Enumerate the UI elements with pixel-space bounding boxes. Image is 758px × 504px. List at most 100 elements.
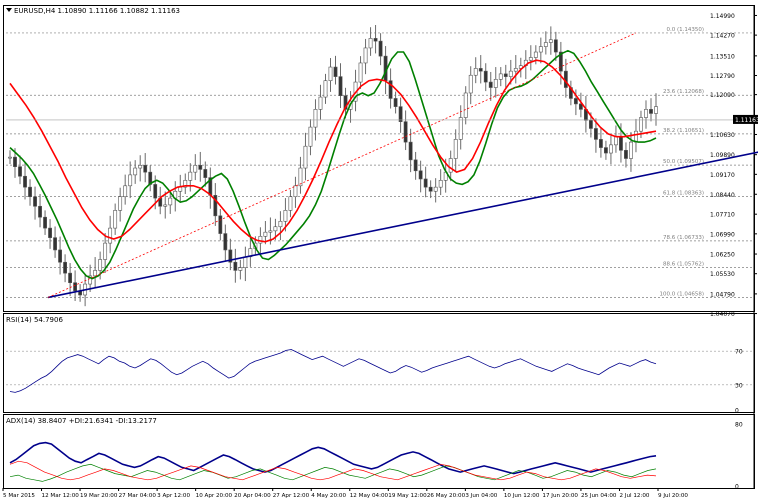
price-bar-body [453, 139, 458, 159]
price-bar-body [53, 237, 57, 251]
price-tick-label: 1.13510 [710, 53, 735, 60]
price-bar-body [438, 180, 443, 188]
price-bar-body [123, 185, 128, 198]
price-bar-body [458, 117, 463, 140]
price-bar-body [113, 210, 118, 229]
price-bar-body [198, 165, 203, 170]
rsi-tick-label: 30 [735, 382, 743, 389]
price-bar-body [323, 80, 328, 98]
price-bar-body [168, 197, 173, 206]
rsi-tick-label: 70 [735, 349, 743, 356]
price-bar-body [68, 272, 72, 284]
price-bar-body [278, 220, 283, 228]
price-bar-body [18, 166, 22, 177]
price-bar-body [13, 156, 17, 167]
price-bar-body [298, 167, 303, 187]
price-bar-body [393, 98, 398, 107]
price-bar-body [594, 128, 598, 140]
price-bar-body [33, 196, 37, 207]
price-bar-body [644, 109, 648, 118]
price-bar-body [338, 76, 343, 97]
price-tick-label: 1.06250 [710, 252, 735, 259]
price-bar-body [23, 175, 27, 188]
price-bar-body [408, 141, 413, 161]
price-bar-body [93, 270, 98, 277]
price-bar-body [273, 226, 278, 232]
price-bar-body [478, 68, 483, 72]
time-tick-label: 19 Mar 20:00 [80, 493, 118, 499]
price-bar-body [588, 119, 593, 129]
price-bar-body [193, 165, 198, 173]
price-bar-body [629, 141, 633, 159]
price-bar-body [108, 227, 113, 244]
price-tick-label: 1.05530 [710, 271, 735, 278]
time-tick-label: 27 Mar 04:00 [119, 493, 157, 499]
price-bar-body [483, 70, 488, 83]
price-bar-body [303, 145, 308, 169]
time-tick-label: 12 May 04:00 [350, 493, 389, 499]
price-tick-label: 1.14270 [710, 33, 735, 40]
time-tick-label: 25 Jun 04:00 [581, 493, 617, 499]
chart-window: EURUSD,H4 1.10890 1.11166 1.10882 1.1116… [0, 0, 758, 500]
price-bar-body [403, 121, 408, 143]
price-tick-label: 1.06990 [710, 231, 735, 238]
adx-tick-label: 0 [735, 484, 739, 491]
adx-tick-label: 80 [735, 422, 743, 429]
price-bar-body [43, 216, 47, 229]
price-bar-body [423, 178, 428, 188]
price-bar-body [258, 235, 263, 244]
price-bar-body [498, 73, 503, 80]
price-bar-body [63, 261, 67, 274]
time-tick-label: 19 May 12:00 [388, 493, 427, 499]
price-bar-body [378, 40, 383, 57]
price-bar-body [48, 227, 52, 238]
rsi-tick-label: 0 [735, 408, 739, 415]
price-tick-label: 1.04070 [710, 311, 735, 318]
price-bar-body [133, 167, 138, 176]
price-bar-body [488, 81, 493, 88]
price-bar-body [8, 156, 12, 159]
price-bar-body [288, 196, 293, 211]
price-bar-body [38, 205, 42, 218]
chart-svg: EURUSD,H4 1.10890 1.11166 1.10882 1.1116… [2, 5, 758, 499]
price-bar-body [98, 259, 103, 271]
price-bar-body [313, 109, 318, 128]
price-tick-label: 1.14990 [710, 13, 735, 20]
price-bar-body [543, 42, 548, 47]
price-bar-body [188, 171, 193, 181]
price-tick-label: 1.10630 [710, 132, 735, 139]
price-bar-body [508, 70, 513, 77]
fib-level-label: 61.8 (1.08363) [663, 190, 704, 196]
price-bar-body [463, 92, 468, 118]
price-bar-body [619, 136, 623, 151]
price-bar-body [448, 158, 453, 173]
time-tick-label: 10 Jun 12:00 [504, 493, 540, 499]
price-bar-body [153, 184, 158, 199]
fib-level-label: 88.6 (1.05762) [663, 261, 704, 267]
price-bar-body [328, 66, 333, 82]
price-bar-body [654, 106, 658, 114]
price-bar-body [624, 150, 628, 159]
rsi-panel-frame [3, 313, 755, 413]
time-tick-label: 20 Apr 04:00 [234, 493, 271, 499]
price-bar-body [493, 79, 498, 88]
price-bar-body [283, 210, 288, 222]
price-bar-body [223, 233, 228, 251]
price-bar-body [634, 130, 638, 143]
price-bar-body [233, 261, 238, 271]
price-bar-body [614, 136, 618, 146]
price-bar-body [218, 215, 223, 234]
adx-panel-frame [3, 414, 755, 489]
price-bar-body [293, 185, 298, 198]
price-bar-body [639, 117, 643, 132]
price-bar-body [528, 57, 533, 61]
price-bar-body [203, 169, 208, 178]
price-bar-body [503, 73, 508, 77]
time-tick-label: 2 Jul 12:00 [619, 493, 649, 499]
price-bar-body [418, 170, 423, 180]
price-bar-body [433, 186, 438, 192]
price-bar-body [428, 186, 433, 192]
price-bar-body [553, 39, 558, 53]
price-tick-label: 1.12790 [710, 73, 735, 80]
current-price-label: 1.11163 [735, 117, 758, 124]
